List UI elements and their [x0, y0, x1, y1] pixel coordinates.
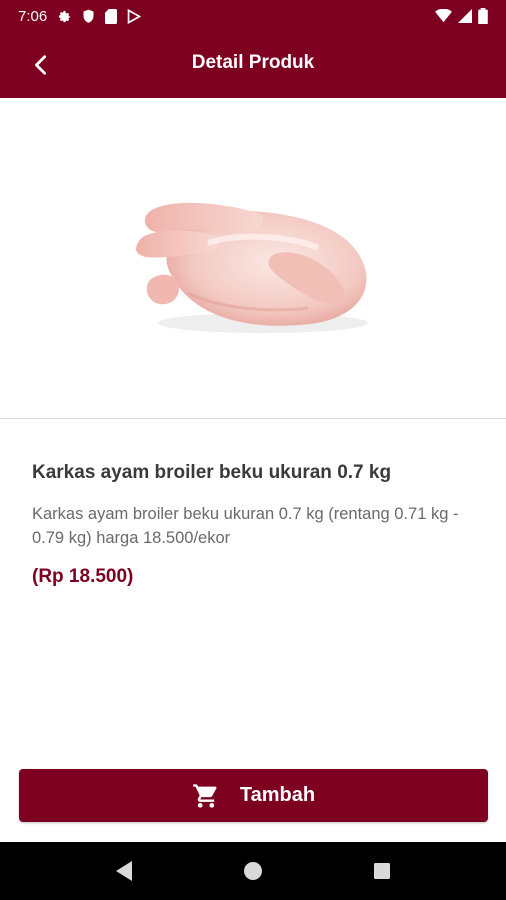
triangle-back-icon	[116, 861, 133, 881]
status-left: 7:06	[18, 7, 142, 25]
clock-time: 7:06	[18, 7, 48, 25]
app-bar: 7:06 Detail Produk	[0, 0, 506, 98]
add-button-label: Tambah	[239, 784, 316, 806]
wifi-icon	[435, 9, 452, 23]
page-title: Detail Produk	[191, 52, 315, 73]
whole-chicken-image	[136, 202, 368, 333]
nav-back-button[interactable]	[104, 851, 144, 891]
sim-card-icon	[105, 8, 118, 24]
divider	[0, 418, 506, 419]
square-recents-icon	[373, 863, 390, 879]
battery-icon	[478, 8, 488, 24]
cart-icon	[193, 783, 217, 808]
nav-recents-button[interactable]	[362, 851, 402, 891]
shield-icon	[82, 9, 95, 24]
signal-icon	[458, 9, 472, 23]
toolbar: Detail Produk	[0, 32, 506, 98]
product-name: Karkas ayam broiler beku ukuran 0.7 kg	[32, 462, 392, 483]
product-price: (Rp 18.500)	[32, 566, 134, 587]
status-bar: 7:06	[0, 0, 506, 32]
system-nav-bar	[0, 842, 506, 900]
product-image-area	[0, 98, 506, 418]
play-store-icon	[127, 8, 142, 24]
status-right	[435, 8, 488, 24]
settings-icon	[57, 9, 72, 24]
add-to-cart-button[interactable]: Tambah	[19, 769, 488, 822]
product-description: Karkas ayam broiler beku ukuran 0.7 kg (…	[32, 505, 459, 547]
nav-home-button[interactable]	[233, 851, 273, 891]
circle-home-icon	[243, 862, 262, 880]
